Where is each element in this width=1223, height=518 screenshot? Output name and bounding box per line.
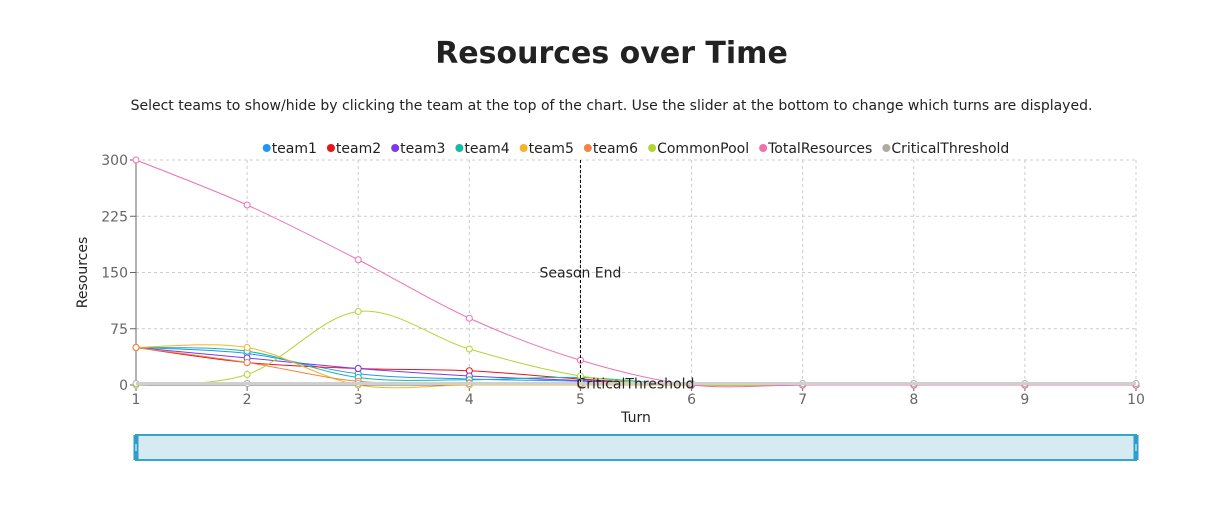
legend-swatch — [519, 144, 528, 152]
x-tick-label: 1 — [132, 392, 141, 408]
legend-swatch — [455, 144, 464, 152]
y-axis-label: Resources — [75, 237, 91, 309]
y-tick-label: 75 — [110, 322, 128, 338]
legend-swatch — [326, 144, 335, 152]
y-tick-label: 150 — [101, 266, 128, 282]
data-point — [243, 344, 251, 351]
x-tick-label: 4 — [465, 392, 474, 408]
x-tick-label: 10 — [1127, 392, 1145, 408]
legend-label: CommonPool — [657, 141, 749, 157]
legend-label: team5 — [529, 141, 574, 157]
x-tick-label: 6 — [687, 392, 696, 408]
x-tick-label: 3 — [354, 392, 363, 408]
legend-swatch — [882, 144, 891, 152]
legend-label: team1 — [272, 141, 317, 157]
legend-swatch — [262, 144, 271, 152]
x-tick-label: 9 — [1020, 392, 1029, 408]
legend-item-TotalResources[interactable]: TotalResources — [759, 141, 872, 157]
legend-label: team6 — [593, 141, 638, 157]
data-point — [132, 156, 140, 164]
data-point — [243, 359, 251, 366]
x-tick-label: 8 — [909, 392, 918, 408]
y-tick-label: 300 — [101, 153, 128, 169]
legend-item-team4[interactable]: team4 — [455, 141, 510, 157]
data-point — [354, 256, 362, 264]
slider-track — [135, 434, 1137, 461]
chart-grid — [135, 159, 1137, 386]
critical-threshold-label: CriticalThreshold — [576, 377, 694, 393]
legend-item-team5[interactable]: team5 — [519, 141, 574, 157]
season-end-label: Season End — [540, 266, 622, 282]
legend-item-team6[interactable]: team6 — [583, 141, 638, 157]
data-point — [243, 201, 251, 209]
data-point — [465, 314, 473, 322]
data-point — [465, 345, 473, 353]
x-tick-label: 2 — [243, 392, 252, 408]
resources-line-chart: team1 team2 team3 team4 team5 team6 CommonPool… — [75, 141, 1145, 461]
turn-range-slider[interactable] — [133, 434, 1139, 461]
chart-annotations: Season End CriticalThreshold — [136, 160, 1136, 393]
legend-item-team2[interactable]: team2 — [326, 141, 381, 157]
legend-swatch — [583, 144, 592, 152]
legend-item-CommonPool[interactable]: CommonPool — [648, 141, 749, 157]
legend-swatch — [648, 144, 657, 152]
data-point — [132, 344, 140, 351]
chart-legend[interactable]: team1 team2 team3 team4 team5 team6 CommonPool… — [262, 141, 1010, 157]
data-point — [354, 308, 362, 315]
legend-label: team4 — [464, 141, 509, 157]
legend-item-team1[interactable]: team1 — [262, 141, 317, 157]
x-axis-label: Turn — [620, 410, 651, 426]
x-tick-label: 7 — [798, 392, 807, 408]
data-point — [243, 371, 251, 378]
data-point — [354, 365, 362, 372]
legend-swatch — [391, 144, 400, 152]
y-tick-label: 225 — [101, 209, 128, 225]
legend-swatch — [759, 144, 768, 152]
y-tick-label: 0 — [119, 378, 128, 394]
legend-label: CriticalThreshold — [891, 141, 1009, 157]
legend-item-team3[interactable]: team3 — [391, 141, 445, 157]
legend-label: TotalResources — [767, 141, 872, 157]
legend-label: team2 — [336, 141, 381, 157]
x-tick-label: 5 — [576, 392, 585, 408]
legend-label: team3 — [400, 141, 445, 157]
series-line — [135, 310, 1136, 387]
legend-item-CriticalThreshold[interactable]: CriticalThreshold — [882, 141, 1009, 157]
